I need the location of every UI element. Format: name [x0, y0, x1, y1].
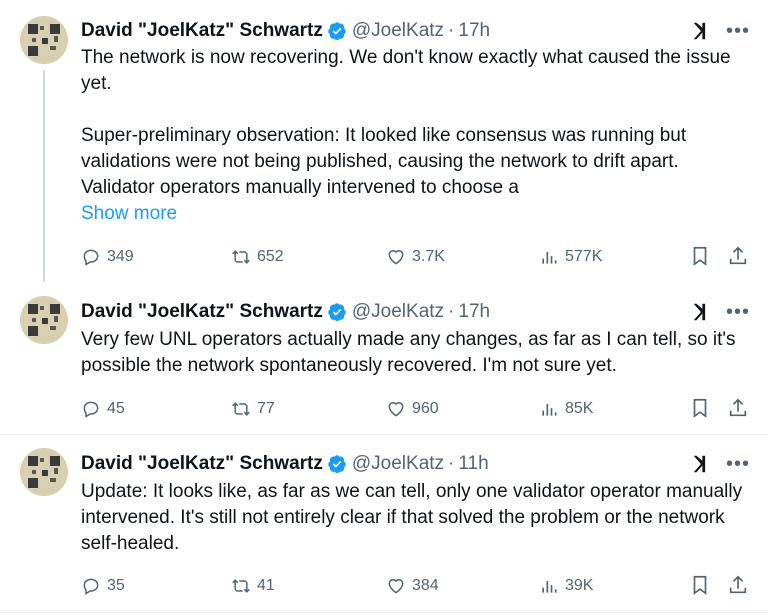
show-more-link[interactable]: Show more: [81, 203, 177, 225]
thread-line: [43, 70, 45, 282]
tweet-divider: [0, 434, 768, 435]
like-count: 960: [412, 400, 439, 417]
tweet-text: The network is now recovering. We don't …: [81, 45, 746, 201]
repost-button[interactable]: 77: [231, 397, 275, 421]
tweet-header: David "JoelKatz" Schwartz @JoelKatz · 17…: [81, 19, 490, 43]
reply-button[interactable]: 35: [81, 574, 125, 598]
reply-icon: [83, 249, 99, 266]
more-icon[interactable]: •••: [726, 21, 750, 41]
separator-dot: ·: [448, 301, 455, 322]
tweet-actions: 45 77 960 85K: [81, 397, 751, 421]
tweet-header: David "JoelKatz" Schwartz @JoelKatz · 17…: [81, 300, 490, 324]
reply-icon: [83, 578, 99, 595]
share-icon[interactable]: [727, 397, 749, 419]
reply-count: 35: [107, 577, 125, 594]
verified-badge-icon: [328, 303, 346, 322]
tweet-paragraph: Update: It looks like, as far as we can …: [81, 481, 743, 554]
bookmark-icon[interactable]: [689, 245, 711, 267]
tweet-paragraph: The network is now recovering. We don't …: [81, 47, 731, 94]
verified-badge-icon: [328, 22, 346, 41]
views-count: 85K: [565, 400, 594, 417]
views-button[interactable]: 39K: [539, 574, 593, 598]
share-icon[interactable]: [727, 245, 749, 267]
more-icon[interactable]: •••: [726, 454, 750, 474]
grok-icon[interactable]: [690, 453, 712, 475]
author-name[interactable]: David "JoelKatz" Schwartz: [81, 301, 323, 323]
repost-icon: [232, 402, 250, 416]
reply-button[interactable]: 45: [81, 397, 125, 421]
like-button[interactable]: 960: [386, 397, 439, 421]
views-count: 577K: [565, 248, 603, 265]
verified-badge-icon: [328, 455, 346, 474]
repost-button[interactable]: 41: [231, 574, 275, 598]
repost-count: 652: [257, 248, 284, 265]
tweet-paragraph: Super-preliminary observation: It looked…: [81, 125, 687, 198]
like-count: 3.7K: [412, 248, 445, 265]
reply-count: 45: [107, 400, 125, 417]
like-icon: [388, 402, 404, 417]
tweet-paragraph: Very few UNL operators actually made any…: [81, 329, 736, 376]
tweet-divider: [0, 612, 768, 613]
like-icon: [388, 579, 404, 594]
reply-button[interactable]: 349: [81, 245, 134, 269]
author-handle[interactable]: @JoelKatz: [352, 453, 444, 475]
reply-icon: [83, 401, 99, 418]
share-icon[interactable]: [727, 574, 749, 596]
like-icon: [388, 250, 404, 265]
views-icon: [542, 404, 557, 416]
reply-count: 349: [107, 248, 134, 265]
more-icon[interactable]: •••: [726, 302, 750, 322]
timestamp[interactable]: 17h: [458, 20, 490, 42]
bookmark-icon[interactable]: [689, 574, 711, 596]
author-handle[interactable]: @JoelKatz: [352, 20, 444, 42]
tweet-actions: 349 652 3.7K 577K: [81, 245, 751, 269]
timestamp[interactable]: 17h: [458, 301, 490, 323]
repost-count: 77: [257, 400, 275, 417]
avatar[interactable]: [20, 448, 68, 496]
grok-icon[interactable]: [690, 20, 712, 42]
views-icon: [542, 581, 557, 593]
like-count: 384: [412, 577, 439, 594]
author-name[interactable]: David "JoelKatz" Schwartz: [81, 453, 323, 475]
grok-icon[interactable]: [690, 301, 712, 323]
timestamp[interactable]: 11h: [458, 453, 488, 475]
bookmark-icon[interactable]: [689, 397, 711, 419]
author-handle[interactable]: @JoelKatz: [352, 301, 444, 323]
repost-icon: [232, 579, 250, 593]
tweet-header: David "JoelKatz" Schwartz @JoelKatz · 11…: [81, 452, 489, 476]
separator-dot: ·: [448, 20, 455, 41]
views-count: 39K: [565, 577, 594, 594]
tweet-actions: 35 41 384 39K: [81, 574, 751, 598]
views-icon: [542, 252, 557, 264]
separator-dot: ·: [448, 453, 455, 474]
views-button[interactable]: 85K: [539, 397, 593, 421]
avatar[interactable]: [20, 296, 68, 344]
views-button[interactable]: 577K: [539, 245, 602, 269]
repost-count: 41: [257, 577, 275, 594]
tweet-text: Very few UNL operators actually made any…: [81, 327, 746, 379]
tweet-text: Update: It looks like, as far as we can …: [81, 479, 746, 557]
repost-icon: [232, 250, 250, 264]
like-button[interactable]: 3.7K: [386, 245, 445, 269]
author-name[interactable]: David "JoelKatz" Schwartz: [81, 20, 323, 42]
repost-button[interactable]: 652: [231, 245, 284, 269]
like-button[interactable]: 384: [386, 574, 439, 598]
avatar[interactable]: [20, 16, 68, 64]
